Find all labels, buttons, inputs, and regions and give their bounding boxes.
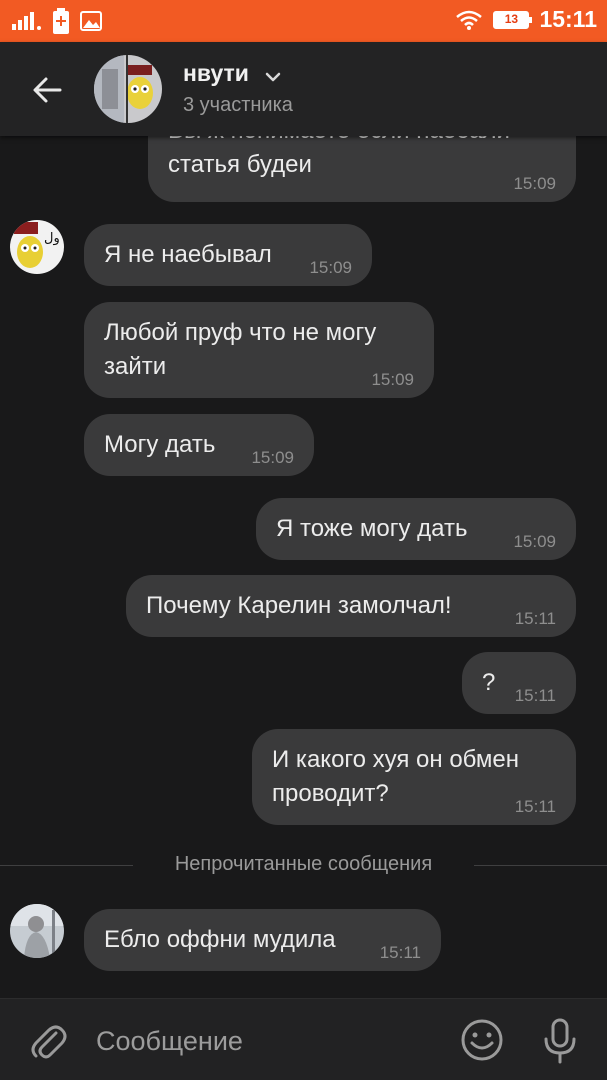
message-bubble-incoming[interactable]: Могу дать 15:09 xyxy=(84,414,314,476)
chat-avatar[interactable] xyxy=(94,55,162,123)
status-time: 15:11 xyxy=(539,6,597,32)
message-composer xyxy=(0,998,607,1080)
message-bubble-incoming[interactable]: Еблo оффни мудила 15:11 xyxy=(84,909,441,971)
wifi-icon xyxy=(456,10,483,30)
unread-divider-label: Непрочитанные сообщения xyxy=(174,853,433,875)
chat-header: нвути 3 участника xyxy=(0,42,607,136)
smiley-icon[interactable] xyxy=(460,1018,504,1062)
arrow-left-icon[interactable] xyxy=(28,70,68,110)
message-bubble-outgoing[interactable]: Вы ж понимаете если наебали статья будеи… xyxy=(148,136,576,202)
message-time: 15:11 xyxy=(514,797,556,816)
chat-participants-count: 3 участника xyxy=(183,94,293,116)
message-bubble-outgoing[interactable]: Я тоже могу дать 15:09 xyxy=(256,498,576,560)
battery-saver-icon xyxy=(53,8,69,34)
message-time: 15:09 xyxy=(251,448,294,467)
message-input[interactable] xyxy=(96,1023,436,1059)
message-bubble-outgoing[interactable]: И какого хуя он обмен проводит? 15:11 xyxy=(252,729,576,825)
image-notification-icon xyxy=(80,11,102,31)
status-left-icons xyxy=(12,8,102,34)
battery-level: 13 xyxy=(504,11,519,26)
message-time: 15:11 xyxy=(514,609,556,628)
message-bubble-incoming[interactable]: Любой пруф что не могу зайти 15:09 xyxy=(84,302,434,398)
paperclip-icon[interactable] xyxy=(28,1019,68,1063)
message-time: 15:09 xyxy=(513,532,556,551)
chat-title[interactable]: нвути xyxy=(183,60,249,87)
message-time: 15:11 xyxy=(379,943,421,962)
message-feed[interactable]: Вы ж понимаете если наебали статья будеи… xyxy=(0,136,607,998)
status-right: 13 15:11 xyxy=(455,6,597,33)
message-text: Еблo оффни мудила xyxy=(104,926,336,953)
message-time: 15:09 xyxy=(371,370,414,389)
message-text: Почему Карелин замолчал! xyxy=(146,592,452,619)
microphone-icon[interactable] xyxy=(540,1017,580,1065)
message-bubble-outgoing[interactable]: Почему Карелин замолчал! 15:11 xyxy=(126,575,576,637)
sender-avatar[interactable]: ول xyxy=(10,220,64,274)
message-time: 15:11 xyxy=(514,686,556,705)
unread-divider: Непрочитанные сообщения xyxy=(0,849,607,883)
chevron-down-icon[interactable] xyxy=(262,66,284,88)
message-text: И какого хуя он обмен проводит? xyxy=(272,746,519,807)
signal-icon xyxy=(12,12,41,30)
message-time: 15:09 xyxy=(513,174,556,193)
svg-text:ول: ول xyxy=(44,231,60,246)
status-bar: 13 15:11 xyxy=(0,0,607,42)
battery-icon: 13 xyxy=(493,10,533,29)
sender-avatar[interactable] xyxy=(10,904,64,958)
message-time: 15:09 xyxy=(309,258,352,277)
message-text: Любой пруф что не могу зайти xyxy=(104,319,377,380)
message-bubble-incoming[interactable]: Я не наебывал 15:09 xyxy=(84,224,372,286)
message-bubble-outgoing[interactable]: ? 15:11 xyxy=(462,652,576,714)
message-text: Вы ж понимаете если наебали статья будеи xyxy=(168,136,510,178)
